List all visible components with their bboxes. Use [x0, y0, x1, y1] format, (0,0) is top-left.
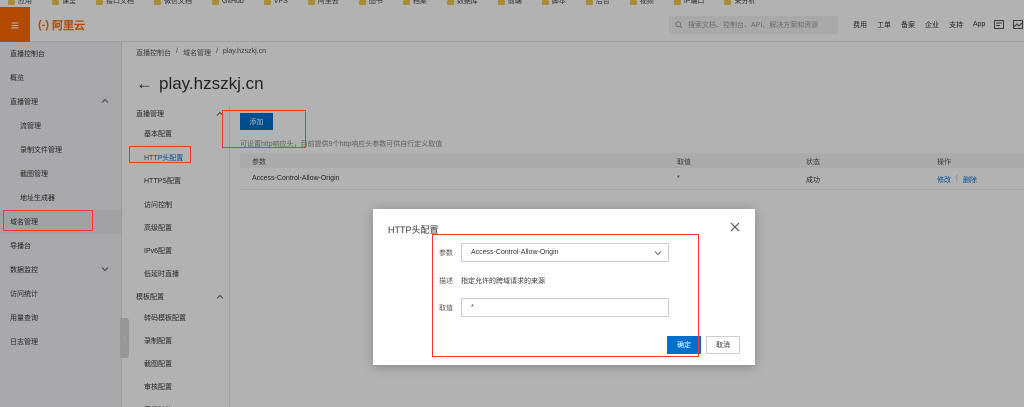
chevron-down-icon — [654, 251, 662, 256]
param-select[interactable]: Access-Control-Allow-Origin — [461, 243, 669, 262]
value-input[interactable]: * — [461, 298, 669, 317]
close-icon[interactable] — [729, 221, 741, 233]
desc-value: 指定允许的跨域请求的来源 — [461, 278, 545, 285]
dialog-title: HTTP头配置 — [388, 225, 439, 235]
cancel-button[interactable]: 取消 — [706, 336, 740, 354]
value-label: 取值 — [439, 305, 453, 312]
param-label: 参数 — [439, 250, 453, 257]
confirm-button[interactable]: 确定 — [667, 336, 701, 354]
desc-label: 描述 — [439, 278, 453, 285]
param-select-value: Access-Control-Allow-Origin — [471, 249, 559, 256]
http-header-dialog: HTTP头配置 参数 Access-Control-Allow-Origin 描… — [373, 209, 755, 365]
